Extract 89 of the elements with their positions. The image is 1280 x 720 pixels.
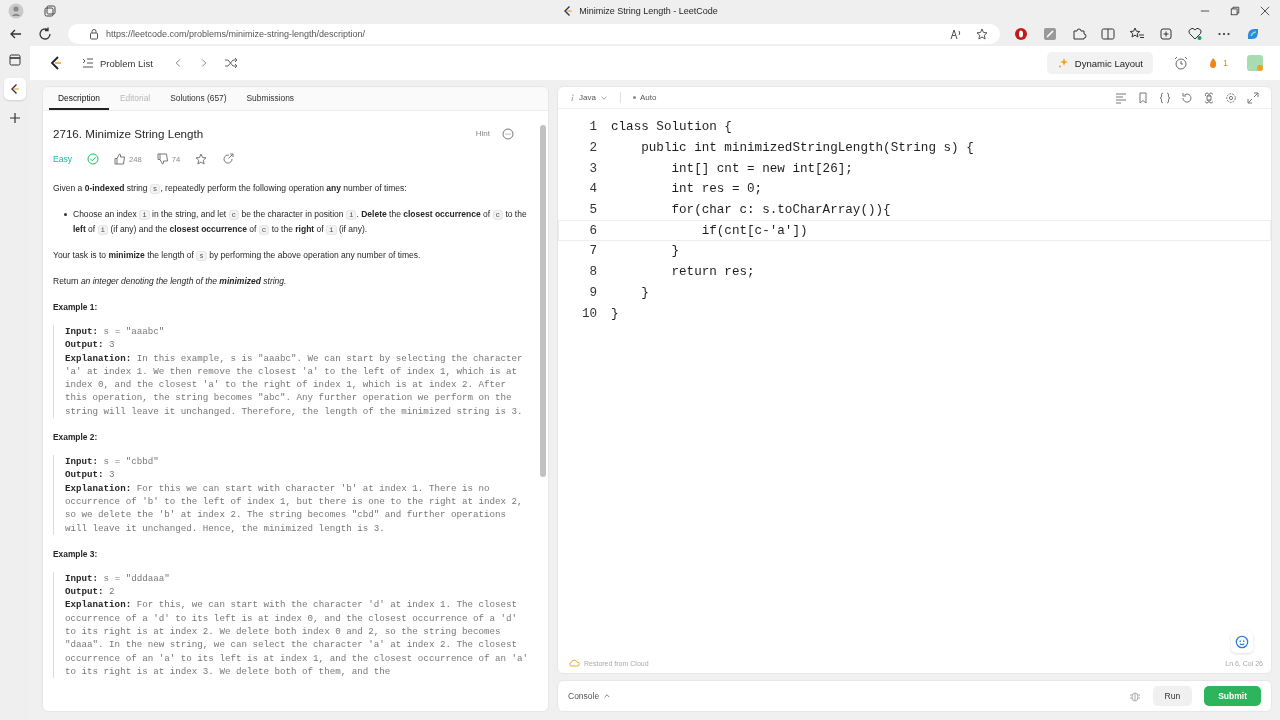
auto-mode-button[interactable]: Auto [630, 93, 659, 102]
info-icon [570, 93, 575, 102]
dynamic-layout-button[interactable]: Dynamic Layout [1046, 52, 1153, 74]
heart-icon[interactable] [1187, 26, 1203, 42]
example-line: Input: s = "dddaaa" [65, 571, 171, 586]
bookmark-icon[interactable] [1137, 91, 1149, 104]
example-heading: Example 1: [53, 302, 99, 312]
share-icon[interactable] [222, 153, 235, 165]
problem-list-button[interactable]: Problem List [76, 57, 159, 69]
code-line[interactable]: } [611, 285, 649, 300]
restore-icon[interactable] [1230, 6, 1240, 16]
extension-icon[interactable] [1013, 26, 1029, 42]
tab[interactable]: Description [49, 87, 109, 110]
leetcode-logo[interactable] [48, 55, 64, 71]
line-number: 1 [588, 120, 597, 135]
example-heading: Example 3: [53, 548, 99, 559]
tab[interactable]: Submissions [237, 87, 303, 110]
code-line[interactable]: } [611, 306, 619, 321]
refresh-icon[interactable] [37, 26, 53, 42]
star-icon[interactable] [195, 153, 208, 165]
reset-icon[interactable] [1181, 91, 1193, 104]
alarm-clock-icon[interactable] [1173, 55, 1189, 71]
description-paragraph: Return an integer denoting the length of the minimized string. [53, 275, 288, 288]
example-line: Output: 3 [65, 338, 116, 352]
flame-icon [1207, 57, 1219, 69]
code-line[interactable]: int res = 0; [611, 182, 763, 197]
shuffle-icon[interactable] [222, 55, 239, 71]
line-number: 5 [588, 203, 597, 218]
example-line: Input: s = "cbbd" [65, 455, 160, 469]
tabs-icon[interactable] [42, 3, 58, 19]
code-line[interactable]: if(cnt[c-'a']) [611, 223, 808, 238]
line-number: 2 [588, 141, 597, 156]
line-number: 10 [580, 306, 597, 321]
line-number: 7 [588, 244, 597, 259]
profile-icon[interactable] [8, 3, 24, 19]
example-line: Output: 2 [65, 585, 116, 599]
sidebar-icon[interactable] [7, 52, 23, 68]
line-number: 8 [588, 265, 597, 280]
tab[interactable]: Solutions (657) [161, 87, 236, 110]
code-line[interactable]: return res; [611, 265, 755, 280]
more-icon[interactable] [502, 127, 514, 140]
copilot-icon[interactable] [1245, 26, 1261, 42]
window-title: Minimize String Length - LeetCode [579, 6, 718, 16]
thumbs-down-icon [156, 153, 169, 165]
code-line[interactable]: for(char c: s.toCharArray()){ [611, 203, 891, 218]
example-line: Input: s = "aaabc" [65, 325, 166, 339]
hint-button[interactable]: Hint [475, 129, 490, 138]
split-screen-icon[interactable] [1100, 26, 1116, 42]
leetcode-tab[interactable] [4, 78, 26, 100]
list-icon [82, 57, 94, 69]
feedback-button[interactable] [1231, 631, 1253, 653]
code-line[interactable]: public int minimizedStringLength(String s) { [611, 141, 974, 156]
line-number: 3 [588, 161, 597, 176]
avatar-icon[interactable] [1246, 54, 1264, 72]
streak-count: 1 [1223, 58, 1228, 68]
extension-icon[interactable] [1042, 26, 1058, 42]
thumbs-up-icon [114, 153, 127, 165]
leetcode-logo [9, 83, 21, 95]
problem-title: 2716. Minimize String Length [53, 127, 204, 140]
add-icon[interactable] [7, 110, 23, 126]
address-field[interactable]: https://leetcode.com/problems/minimize-string-length/description/ [68, 24, 1000, 44]
sparkle-icon [1056, 57, 1069, 69]
line-number: 9 [588, 285, 597, 300]
leetcode-logo [562, 5, 575, 17]
code-line[interactable]: class Solution { [611, 120, 732, 135]
line-number: 6 [588, 223, 597, 238]
line-number: 4 [588, 182, 597, 197]
code-line[interactable]: } [611, 244, 680, 259]
run-button[interactable]: Run [1152, 686, 1193, 706]
code-line[interactable]: int[] cnt = new int[26]; [611, 161, 853, 176]
example-line: Output: 3 [65, 468, 116, 482]
expand-icon[interactable] [1247, 91, 1259, 104]
braces-icon[interactable] [1159, 91, 1171, 104]
difficulty-label: Easy [53, 154, 73, 164]
example-line: Explanation: For this, we can start with the character 'd' at index 1. The closest occurrence of a 'd' to its left is at index 0, and the closest occurrence of a 'd' to its right is at index 2. We delete both index 0 and 2, so the string becomes "daaa". In the new string, we can select the character 'a' at index 2. The closest occurrence of an 'a' to its left is at index 1, and the closest occurrence of an 'a' to its right is at index 3. We delete both of them, and the [65, 598, 530, 679]
language-dropdown[interactable]: Java [568, 93, 610, 102]
bullet-icon [64, 213, 67, 216]
collections-icon[interactable] [1158, 26, 1174, 42]
star-icon[interactable] [976, 28, 988, 40]
example-line: Explanation: In this example, s is "aaabc". We can start by selecting the character 'a' at index 1. We then remove the closest 'a' to the left of index 1, which is at index 0, and the closest 'a' to the right of index 1, which is at index 2. After this operation, the string becomes "abc". Any further operation we perform on the string will leave it unchanged. Therefore, the length of the minimized string is 3. [65, 351, 524, 419]
lock-icon [88, 28, 100, 40]
settings-icon[interactable] [1225, 91, 1237, 104]
example-line: Explanation: For this we can start with character 'b' at index 1. There is no occurrence of 'b' to the left of index 1, but there is one to the right at index 2, so we delete the 'b' at index 2. The string becomes "cbd" and further operations will leave it unchanged. Hence, the minimized length is 3. [65, 481, 524, 535]
close-icon[interactable] [1260, 6, 1270, 16]
read-aloud-icon[interactable] [950, 28, 962, 40]
console-toggle[interactable]: Console [568, 691, 612, 701]
caret-icon [603, 692, 612, 700]
example-heading: Example 2: [53, 432, 99, 443]
cloud-icon [568, 657, 580, 669]
